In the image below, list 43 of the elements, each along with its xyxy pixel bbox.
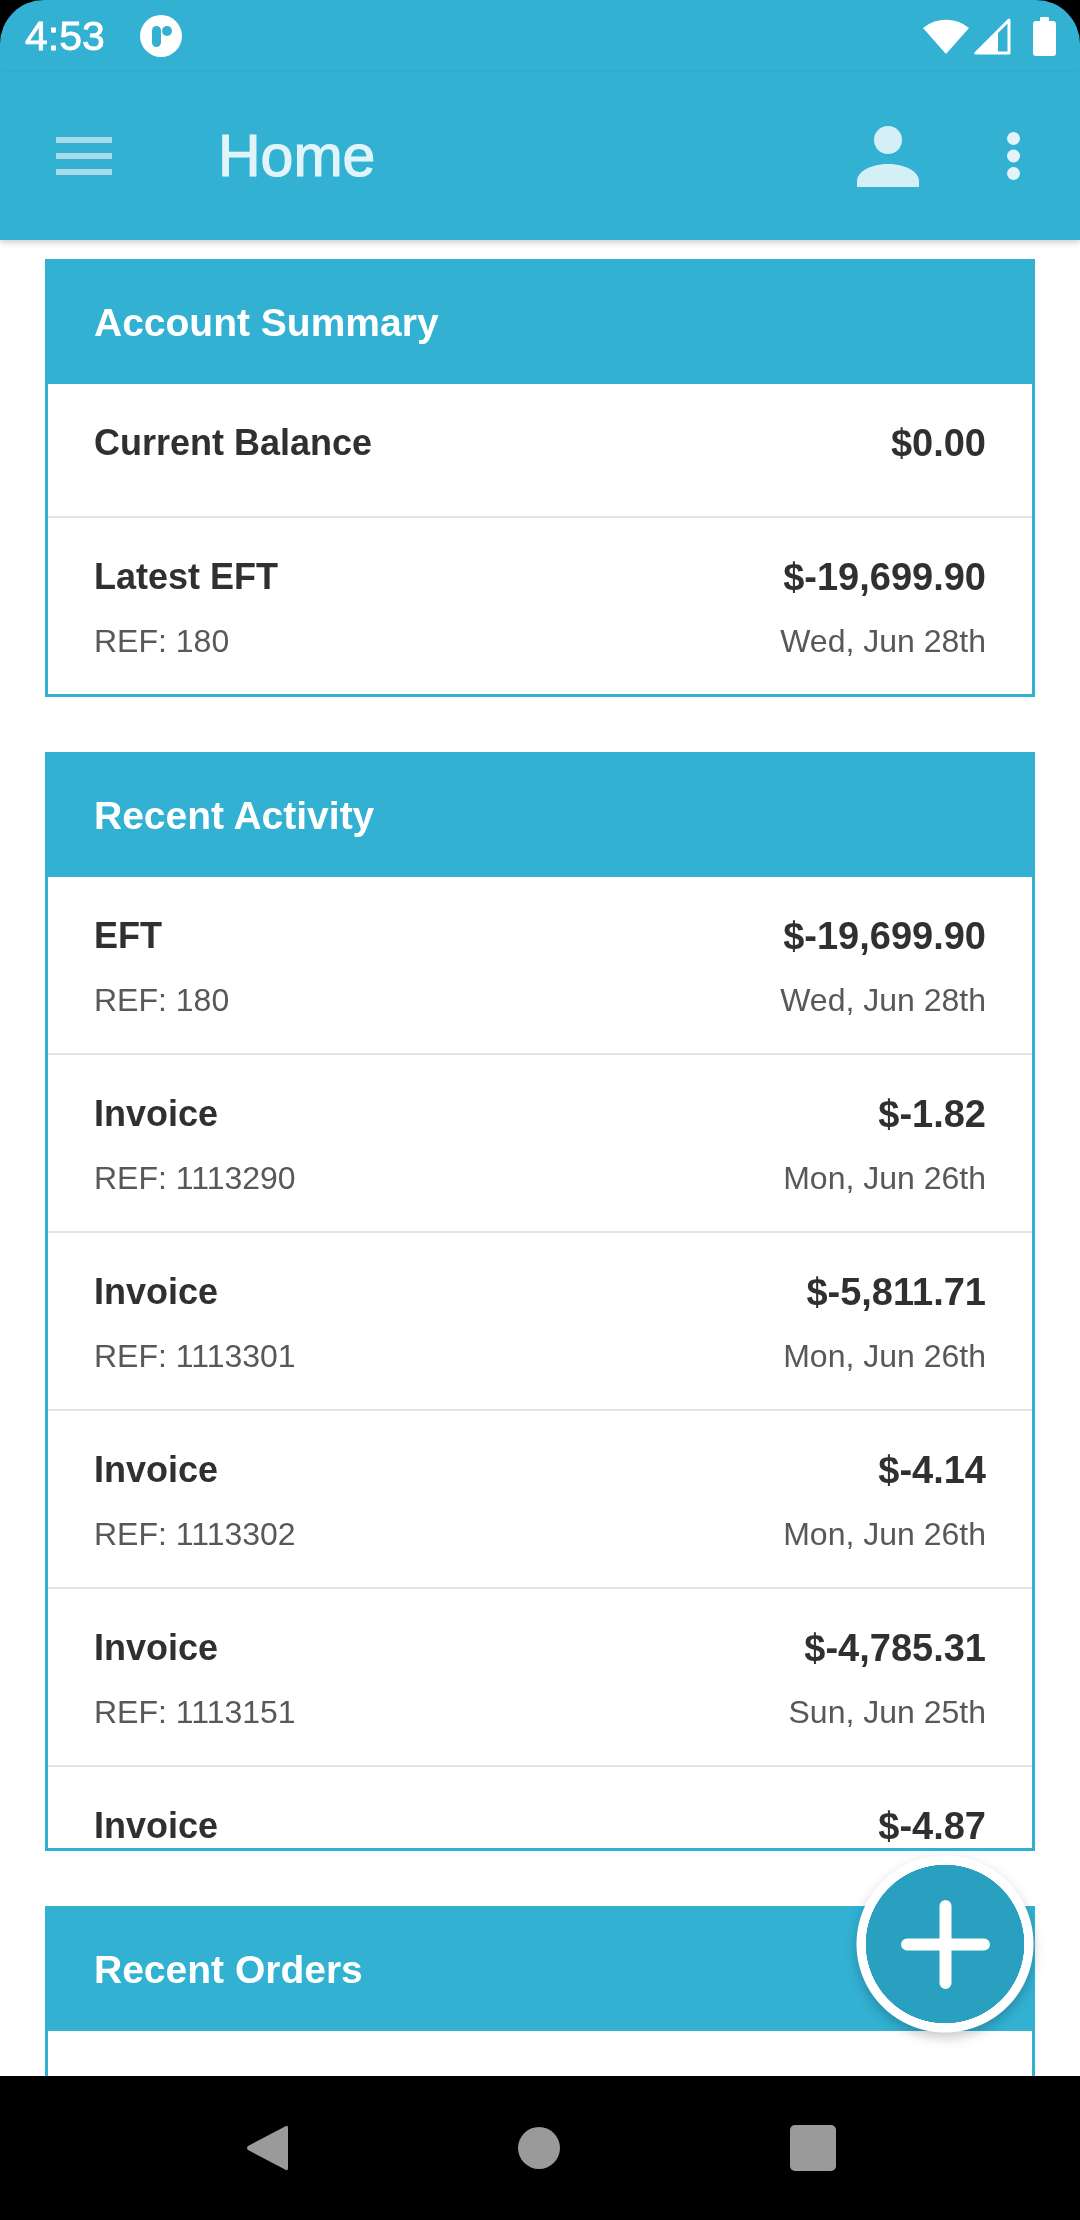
amount: $-4.14 [878,1448,986,1492]
row-label: Latest EFT [94,555,280,599]
person-icon[interactable] [857,125,919,187]
card-title: Account Summary [94,300,439,346]
plus-icon [900,1899,990,1989]
back-icon[interactable] [246,2124,288,2172]
reference-number: REF: 1113290 [94,1159,297,1198]
date: Wed, Jun 28th [780,622,986,661]
amount: $-4,785.31 [804,1626,986,1670]
card-title: Recent Orders [94,1947,363,1993]
amount: $-19,699.90 [783,555,986,599]
reference-number: REF: 1113151 [94,1693,297,1732]
reference-number: REF: 180 [94,981,231,1020]
home-icon[interactable] [518,2127,560,2169]
status-time: 4:53 [25,12,105,60]
row-label: Invoice [94,1270,220,1314]
date: Wed, Jun 28th [780,981,986,1020]
row-label: Invoice [94,1092,220,1136]
date: Mon, Jun 26th [783,1337,986,1376]
reference-number: REF: 1113302 [94,1515,297,1554]
signal-icon [973,17,1011,55]
amount: $-19,699.90 [783,914,986,958]
row-label: Invoice [94,1804,220,1848]
date: Mon, Jun 26th [783,1159,986,1198]
amount: $-4.87 [878,1804,986,1848]
three-dots-icon[interactable] [1007,132,1020,180]
date: Sun, Jun 25th [788,1693,986,1732]
date: Mon, Jun 26th [783,1515,986,1554]
wifi-icon [923,18,969,54]
page-title: Home [218,122,376,190]
amount: $-1.82 [878,1092,986,1136]
row-label: Invoice [94,1448,220,1492]
battery-icon [1033,16,1056,56]
amount: $-5,811.71 [806,1270,986,1314]
reference-number: REF: 180 [94,622,231,661]
row-label: Current Balance [94,421,374,465]
reference-number: REF: 1113301 [94,1337,297,1376]
card-title: Recent Activity [94,793,375,839]
row-label: EFT [94,914,163,958]
circle-logo-icon [139,15,182,57]
row-label: Invoice [94,1626,220,1670]
amount: $0.00 [890,421,986,465]
menu-icon[interactable] [56,137,112,175]
